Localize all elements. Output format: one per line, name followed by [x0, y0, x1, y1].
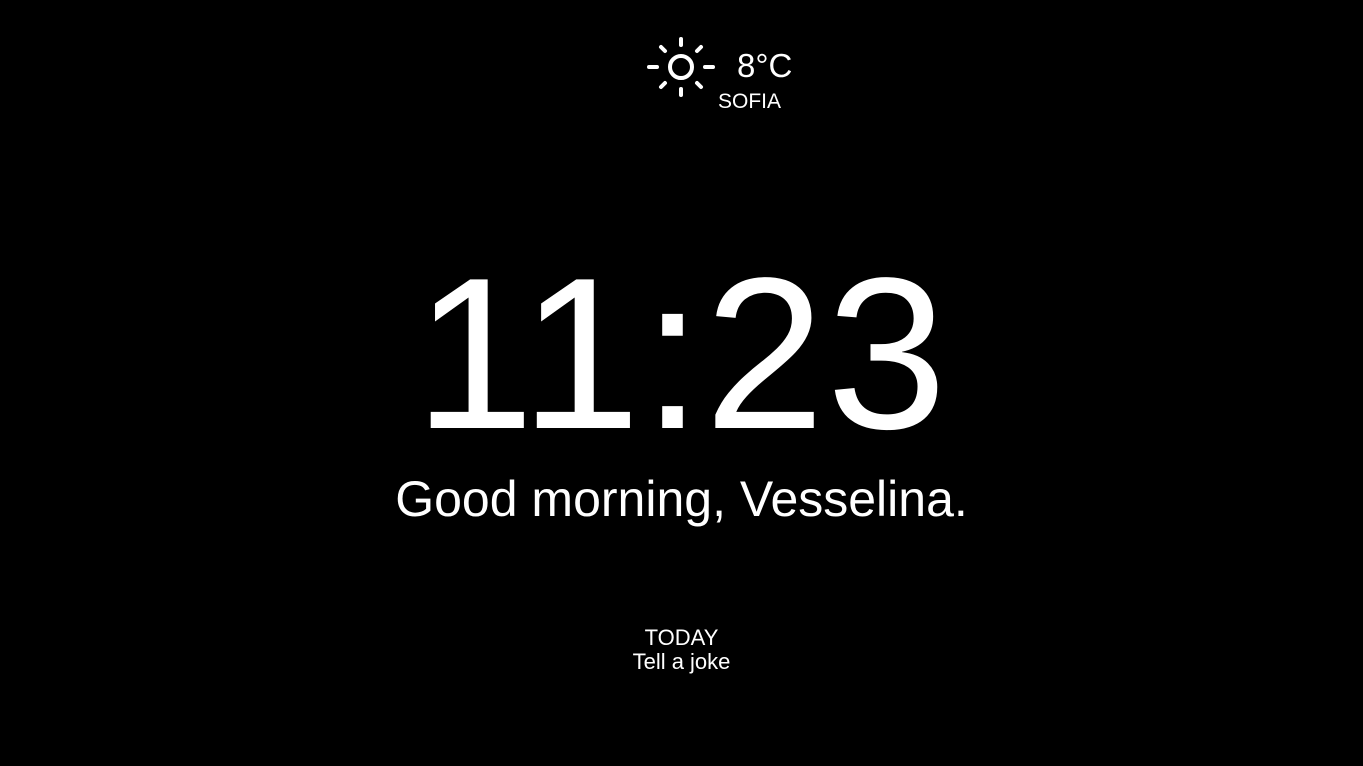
sun-icon	[647, 37, 715, 97]
clock-time: 11:23	[414, 232, 949, 474]
today-section: TODAY Tell a joke	[0, 626, 1363, 674]
greeting-message: Good morning, Vesselina.	[395, 471, 968, 527]
city-name: SOFIA	[718, 90, 782, 113]
weather-widget: 8°C SOFIA	[646, 36, 806, 116]
today-list-item: Tell a joke	[632, 649, 731, 674]
today-title: TODAY	[644, 625, 719, 650]
temperature: 8°C	[737, 47, 793, 84]
smart-mirror-screen: 8°C SOFIA 11:23 Good morning, Vesselina.…	[0, 0, 1363, 766]
